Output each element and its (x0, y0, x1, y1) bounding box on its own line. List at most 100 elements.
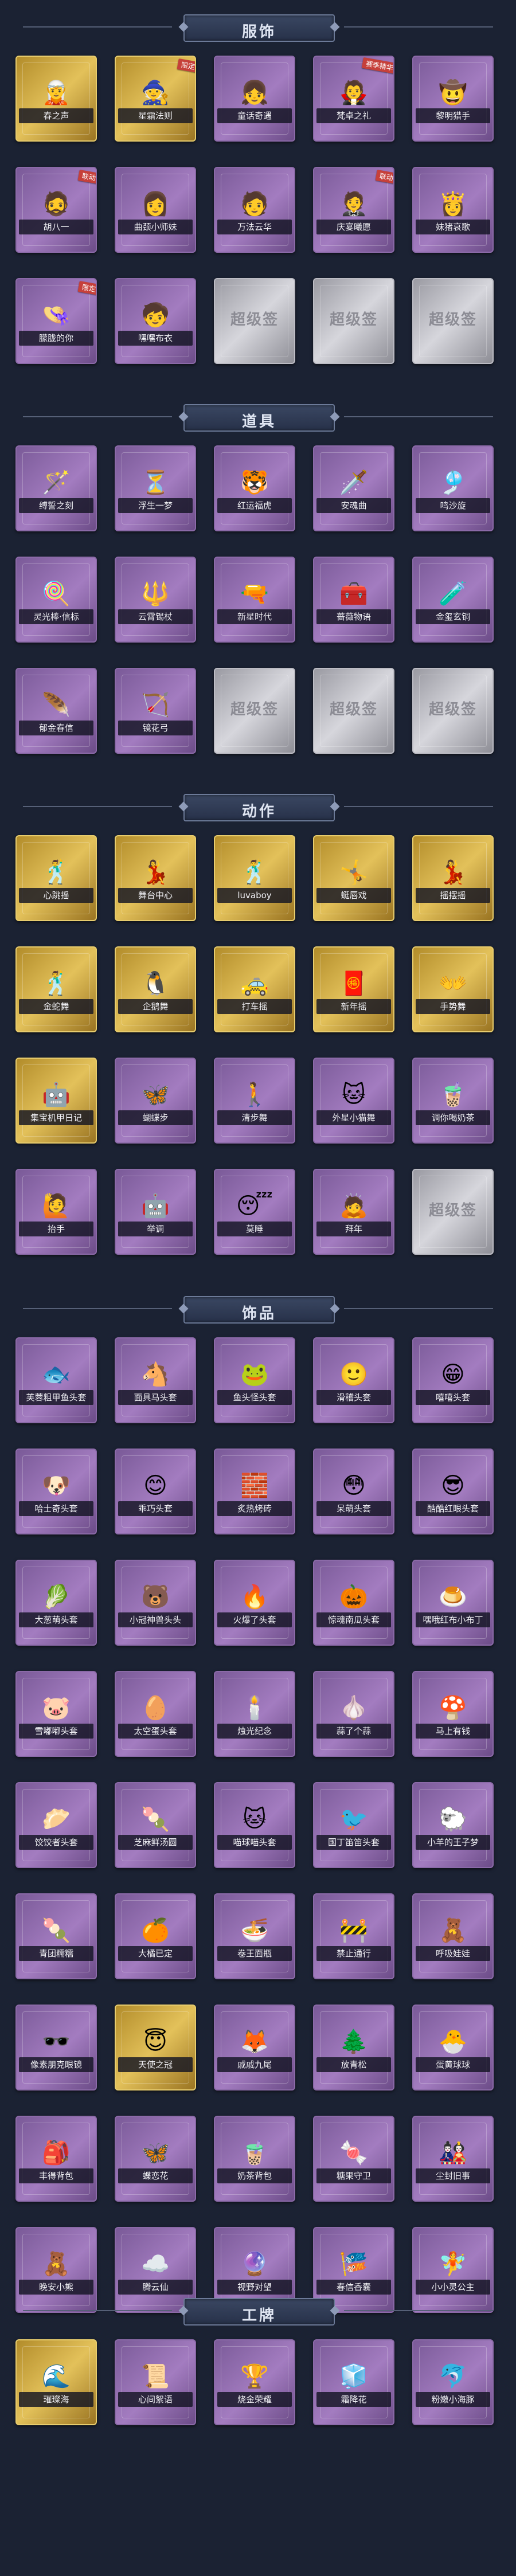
item-card[interactable]: 🥬 大葱萌头套 (15, 1560, 97, 1661)
item-card[interactable]: 🥚 太空蛋头套 (115, 1671, 196, 1772)
item-card[interactable]: 🦋 蝴蝶步 (115, 1058, 196, 1158)
item-card[interactable]: 🐻 小冠神兽头头 (115, 1560, 196, 1661)
empty-item-slot[interactable]: 超级签 (412, 668, 494, 769)
item-card[interactable]: 🦊 戚戚九尾 (214, 2005, 295, 2105)
empty-item-slot[interactable]: 超级签 (313, 278, 394, 379)
item-card[interactable]: 🐬 粉嫩小海豚 (412, 2339, 494, 2440)
item-card[interactable]: 🧱 炙热烤砖 (214, 1448, 295, 1549)
item-card[interactable]: 👸 妹猪哀歌 (412, 167, 494, 268)
item-card[interactable]: 🌲 放青松 (313, 2005, 394, 2105)
item-card[interactable]: 🕺 金蛇舞 (15, 946, 97, 1047)
item-card[interactable]: 🏆 烧金荣耀 (214, 2339, 295, 2440)
item-card[interactable]: 🌊 璀璨海 (15, 2339, 97, 2440)
item-card[interactable]: 👩 曲颈小师妹 (115, 167, 196, 268)
item-card[interactable]: 💃 摇摆摇 (412, 835, 494, 936)
empty-item-slot[interactable]: 超级签 (412, 1169, 494, 1270)
item-card[interactable]: 😴 莫睡 (214, 1169, 295, 1270)
item-card[interactable]: 🕺 luvaboy (214, 835, 295, 936)
item-card[interactable]: 🎎 尘封旧事 (412, 2116, 494, 2217)
header-divider (23, 416, 172, 417)
item-card[interactable]: 🐸 鱼头怪头套 (214, 1337, 295, 1438)
item-card[interactable]: 🍮 嘿哦红布小布丁 (412, 1560, 494, 1661)
item-card[interactable]: 🎐 鸣沙旋 (412, 445, 494, 546)
card-frame: 🐸 鱼头怪头套 (214, 1337, 295, 1423)
item-card[interactable]: 🗡️ 安魂曲 (313, 445, 394, 546)
item-card[interactable]: 🍜 卷王面瓶 (214, 1893, 295, 1994)
item-card[interactable]: 🔫 新星时代 (214, 557, 295, 657)
item-card[interactable]: 👒 限定 朦胧的你 (15, 278, 97, 379)
item-card[interactable]: 🪄 缚誓之刻 (15, 445, 97, 546)
card-frame: 🏆 烧金荣耀 (214, 2339, 295, 2425)
item-card[interactable]: 🍬 糖果守卫 (313, 2116, 394, 2217)
item-card[interactable]: 🤖 集宝机甲日记 (15, 1058, 97, 1158)
item-card[interactable]: 🕶️ 像素朋克眼镜 (15, 2005, 97, 2105)
item-card[interactable]: 🐶 哈士奇头套 (15, 1448, 97, 1549)
item-card[interactable]: 🔥 火爆了头套 (214, 1560, 295, 1661)
item-card[interactable]: 🚧 禁止通行 (313, 1893, 394, 1994)
item-card[interactable]: 🕺 心跳摇 (15, 835, 97, 936)
item-card[interactable]: 🥟 饺饺者头套 (15, 1782, 97, 1883)
item-card[interactable]: 🧋 奶茶背包 (214, 2116, 295, 2217)
item-card[interactable]: 🧒 嘿嘿布衣 (115, 278, 196, 379)
item-card[interactable]: 🤵 联动 庆宴曦愿 (313, 167, 394, 268)
item-card[interactable]: 👐 手势舞 (412, 946, 494, 1047)
item-card[interactable]: 🪶 郁金春信 (15, 668, 97, 769)
item-card[interactable]: 👧 童话奇遇 (214, 56, 295, 156)
item-card[interactable]: 😁 嘻嘻头套 (412, 1337, 494, 1438)
item-card[interactable]: 🙇 拜年 (313, 1169, 394, 1270)
item-card[interactable]: 🧸 呼吸娃娃 (412, 1893, 494, 1994)
item-name: 举调 (118, 1222, 193, 1236)
item-card[interactable]: 🧪 金玺玄铜 (412, 557, 494, 657)
item-card[interactable]: 🚶 清步舞 (214, 1058, 295, 1158)
card-frame: 超级签 (214, 278, 295, 364)
item-card[interactable]: 🏹 镜花弓 (115, 668, 196, 769)
item-card[interactable]: 🔱 云霄锡杖 (115, 557, 196, 657)
item-card[interactable]: 🕯️ 烛光纪念 (214, 1671, 295, 1772)
item-card[interactable]: 🍡 青团糯糯 (15, 1893, 97, 1994)
item-card[interactable]: 🎒 丰得背包 (15, 2116, 97, 2217)
item-card[interactable]: 📜 心间絮语 (115, 2339, 196, 2440)
item-card[interactable]: 🧛 赛季精华 梵卓之礼 (313, 56, 394, 156)
item-card[interactable]: 🐑 小羊的王子梦 (412, 1782, 494, 1883)
item-card[interactable]: 🧙 限定 星霜法则 (115, 56, 196, 156)
item-card[interactable]: 🐣 蛋黄球球 (412, 2005, 494, 2105)
item-card[interactable]: 😳 呆萌头套 (313, 1448, 394, 1549)
empty-item-slot[interactable]: 超级签 (412, 278, 494, 379)
item-card[interactable]: 🧄 蒜了个蒜 (313, 1671, 394, 1772)
item-card[interactable]: 🧑 万法云华 (214, 167, 295, 268)
item-card[interactable]: 🧔 联动 胡八一 (15, 167, 97, 268)
item-card[interactable]: 🧧 新年摇 (313, 946, 394, 1047)
empty-item-slot[interactable]: 超级签 (313, 668, 394, 769)
item-card[interactable]: 😊 乖巧头套 (115, 1448, 196, 1549)
empty-item-slot[interactable]: 超级签 (214, 278, 295, 379)
item-card[interactable]: 🧊 霜降花 (313, 2339, 394, 2440)
item-card[interactable]: 🍄 马上有钱 (412, 1671, 494, 1772)
item-card[interactable]: 🍭 灵光棒·信标 (15, 557, 97, 657)
item-card[interactable]: 🚕 打车摇 (214, 946, 295, 1047)
item-card[interactable]: 💃 舞台中心 (115, 835, 196, 936)
item-card[interactable]: 🙂 滑稽头套 (313, 1337, 394, 1438)
item-card[interactable]: 🐯 红运福虎 (214, 445, 295, 546)
item-card[interactable]: 🧋 调你喝奶茶 (412, 1058, 494, 1158)
item-card[interactable]: 🐱 喵球喵头套 (214, 1782, 295, 1883)
empty-item-slot[interactable]: 超级签 (214, 668, 295, 769)
item-card[interactable]: 🤖 举调 (115, 1169, 196, 1270)
item-card[interactable]: 🐱 外星小猫舞 (313, 1058, 394, 1158)
item-card[interactable]: 🍡 芝麻鲜汤圆 (115, 1782, 196, 1883)
item-card[interactable]: 🍊 大橘已定 (115, 1893, 196, 1994)
item-card[interactable]: 😇 天使之冠 (115, 2005, 196, 2105)
item-card[interactable]: 🤸 蜓唇戏 (313, 835, 394, 936)
item-card[interactable]: 🐷 雪嘟嘟头套 (15, 1671, 97, 1772)
item-card[interactable]: 🦋 蝶恋花 (115, 2116, 196, 2217)
item-card[interactable]: 🧰 蔷薇物语 (313, 557, 394, 657)
item-card[interactable]: 🤠 黎明猎手 (412, 56, 494, 156)
item-card[interactable]: 😎 酷酷红眼头套 (412, 1448, 494, 1549)
item-card[interactable]: ⏳ 浮生一梦 (115, 445, 196, 546)
item-card[interactable]: 🧝 春之声 (15, 56, 97, 156)
item-card[interactable]: 🐴 面具马头套 (115, 1337, 196, 1438)
item-card[interactable]: 🎃 惊魂南瓜头套 (313, 1560, 394, 1661)
item-card[interactable]: 🐦 国丁笛笛头套 (313, 1782, 394, 1883)
item-card[interactable]: 🙋 抬手 (15, 1169, 97, 1270)
item-card[interactable]: 🐧 企鹅舞 (115, 946, 196, 1047)
item-card[interactable]: 🐟 芙蓉粗甲鱼头套 (15, 1337, 97, 1438)
